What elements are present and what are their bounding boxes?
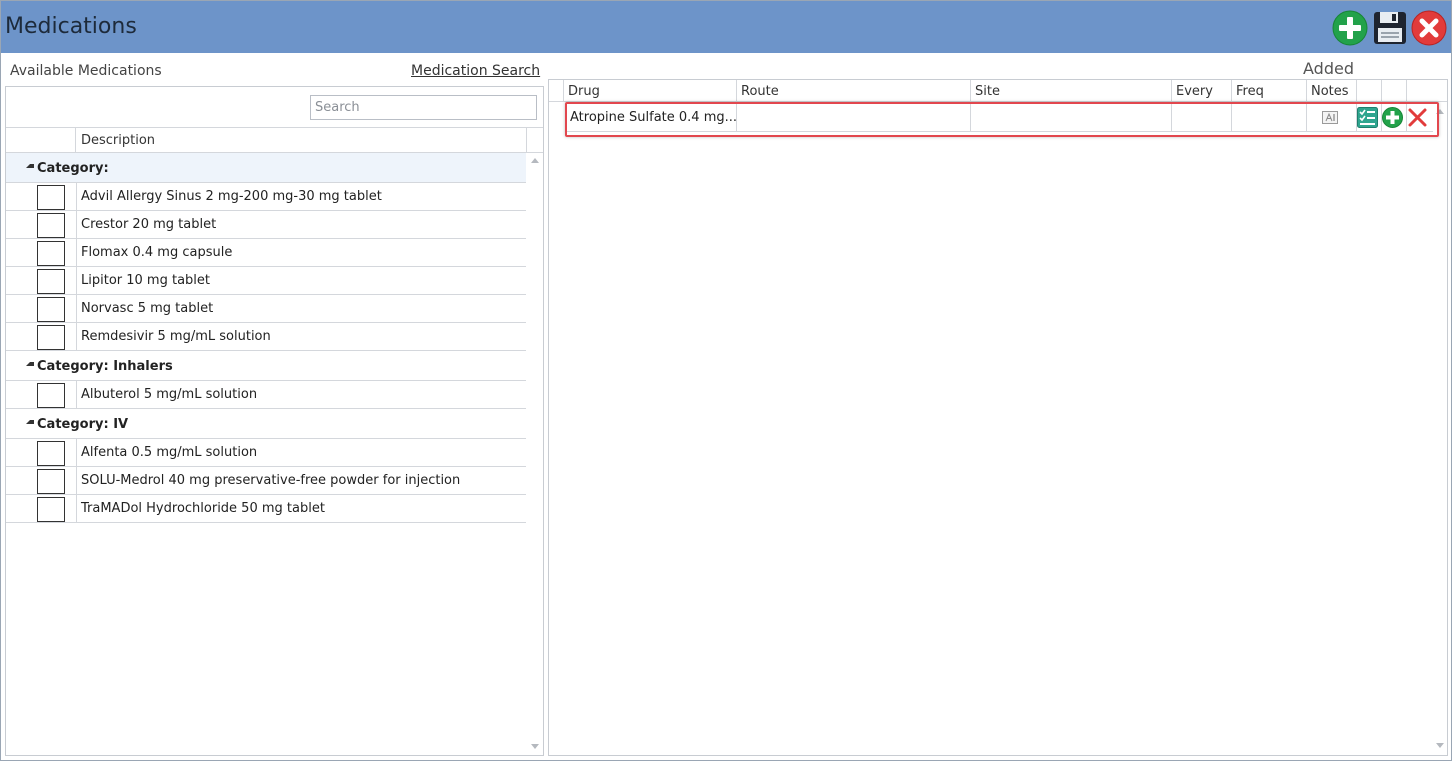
table-row[interactable]: Atropine Sulfate 0.4 mg...: [567, 104, 1433, 132]
action-column-header: [1406, 80, 1431, 102]
added-medications-panel: Drug Route Site Every Freq Notes Atropin…: [548, 79, 1448, 756]
list-item: Norvasc 5 mg tablet: [6, 295, 526, 323]
row-delete-button[interactable]: [1407, 107, 1428, 128]
window-title: Medications: [5, 14, 137, 39]
save-icon: [1374, 12, 1406, 44]
medication-checkbox[interactable]: [37, 325, 65, 350]
list-item: Alfenta 0.5 mg/mL solution: [6, 439, 526, 467]
drug-cell[interactable]: Atropine Sulfate 0.4 mg...: [567, 104, 736, 131]
category-label: Category: IV: [37, 417, 129, 432]
site-column-header[interactable]: Site: [970, 80, 1171, 102]
notes-icon: [1322, 111, 1338, 124]
available-medications-list: Category: Advil Allergy Sinus 2 mg-200 m…: [6, 153, 526, 523]
list-item: Crestor 20 mg tablet: [6, 211, 526, 239]
action-column-header: [1381, 80, 1406, 102]
added-grid-header: Drug Route Site Every Freq Notes: [549, 80, 1447, 102]
description-column-header[interactable]: Description: [81, 133, 155, 148]
site-cell[interactable]: [970, 104, 1171, 131]
scroll-up-arrow-icon[interactable]: [1436, 109, 1444, 114]
available-medications-label: Available Medications: [10, 63, 162, 79]
medication-description: Remdesivir 5 mg/mL solution: [81, 329, 271, 344]
cell-separator: [76, 239, 77, 267]
checklist-icon: [1357, 107, 1378, 128]
medication-description: Albuterol 5 mg/mL solution: [81, 387, 258, 402]
medication-checkbox[interactable]: [37, 383, 65, 408]
list-item: Advil Allergy Sinus 2 mg-200 mg-30 mg ta…: [6, 183, 526, 211]
freq-cell[interactable]: [1231, 104, 1306, 131]
medication-search-link[interactable]: Medication Search: [411, 63, 540, 79]
collapse-triangle-icon[interactable]: [26, 164, 34, 168]
medication-checkbox[interactable]: [37, 241, 65, 266]
medication-checkbox[interactable]: [37, 185, 65, 210]
close-icon: [1411, 10, 1447, 46]
medication-checkbox[interactable]: [37, 441, 65, 466]
cell-separator: [76, 439, 77, 467]
drug-column-header[interactable]: Drug: [563, 80, 736, 102]
notes-button[interactable]: [1322, 111, 1338, 124]
search-input[interactable]: [310, 95, 537, 120]
list-item: Albuterol 5 mg/mL solution: [6, 381, 526, 409]
category-row[interactable]: Category: Inhalers: [6, 351, 526, 381]
route-column-header[interactable]: Route: [736, 80, 970, 102]
cell-separator: [76, 267, 77, 295]
category-label: Category: Inhalers: [37, 359, 173, 374]
collapse-triangle-icon[interactable]: [26, 362, 34, 366]
freq-column-header[interactable]: Freq: [1231, 80, 1306, 102]
cell-separator: [76, 467, 77, 495]
checkbox-column-header: [6, 128, 76, 152]
close-button[interactable]: [1411, 10, 1447, 46]
medication-description: Flomax 0.4 mg capsule: [81, 245, 233, 260]
delete-icon: [1408, 108, 1427, 127]
action-column-header: [1356, 80, 1381, 102]
medication-description: Advil Allergy Sinus 2 mg-200 mg-30 mg ta…: [81, 189, 382, 204]
title-bar: Medications: [1, 1, 1451, 53]
list-item: Flomax 0.4 mg capsule: [6, 239, 526, 267]
list-item: TraMADol Hydrochloride 50 mg tablet: [6, 495, 526, 523]
notes-column-header[interactable]: Notes: [1306, 80, 1356, 102]
medication-description: Lipitor 10 mg tablet: [81, 273, 210, 288]
column-separator: [526, 128, 527, 152]
save-button[interactable]: [1372, 10, 1408, 46]
scroll-up-arrow-icon[interactable]: [531, 158, 539, 163]
every-cell[interactable]: [1171, 104, 1231, 131]
cell-separator: [76, 495, 77, 523]
category-row[interactable]: Category:: [6, 153, 526, 183]
medication-description: TraMADol Hydrochloride 50 mg tablet: [81, 501, 325, 516]
medication-description: Norvasc 5 mg tablet: [81, 301, 214, 316]
scroll-down-arrow-icon[interactable]: [531, 744, 539, 749]
category-label: Category:: [37, 161, 109, 176]
cell-separator: [76, 381, 77, 409]
medication-checkbox[interactable]: [37, 269, 65, 294]
medication-checkbox[interactable]: [37, 297, 65, 322]
add-button[interactable]: [1332, 10, 1368, 46]
add-icon: [1382, 107, 1403, 128]
cell-separator: [76, 211, 77, 239]
available-medications-panel: Description Category: Advil Allergy Sinu…: [5, 86, 544, 756]
collapse-triangle-icon[interactable]: [26, 420, 34, 424]
checklist-button[interactable]: [1357, 107, 1378, 128]
medication-checkbox[interactable]: [37, 469, 65, 494]
right-scrollbar[interactable]: [1433, 104, 1447, 754]
row-add-button[interactable]: [1382, 107, 1403, 128]
cell-separator: [76, 295, 77, 323]
medication-checkbox[interactable]: [37, 213, 65, 238]
list-item: SOLU-Medrol 40 mg preservative-free powd…: [6, 467, 526, 495]
list-item: Remdesivir 5 mg/mL solution: [6, 323, 526, 351]
medications-window: Medications Available Medications Medica…: [0, 0, 1452, 761]
medication-checkbox[interactable]: [37, 497, 65, 522]
available-grid-header: Description: [6, 127, 543, 153]
every-column-header[interactable]: Every: [1171, 80, 1231, 102]
route-cell[interactable]: [736, 104, 970, 131]
cell-separator: [76, 323, 77, 351]
scroll-down-arrow-icon[interactable]: [1436, 743, 1444, 748]
medication-description: Crestor 20 mg tablet: [81, 217, 217, 232]
cell-separator: [76, 183, 77, 211]
left-scrollbar[interactable]: [528, 153, 542, 755]
medication-description: Alfenta 0.5 mg/mL solution: [81, 445, 258, 460]
add-icon: [1332, 10, 1368, 46]
list-item: Lipitor 10 mg tablet: [6, 267, 526, 295]
category-row[interactable]: Category: IV: [6, 409, 526, 439]
medication-description: SOLU-Medrol 40 mg preservative-free powd…: [81, 473, 461, 488]
